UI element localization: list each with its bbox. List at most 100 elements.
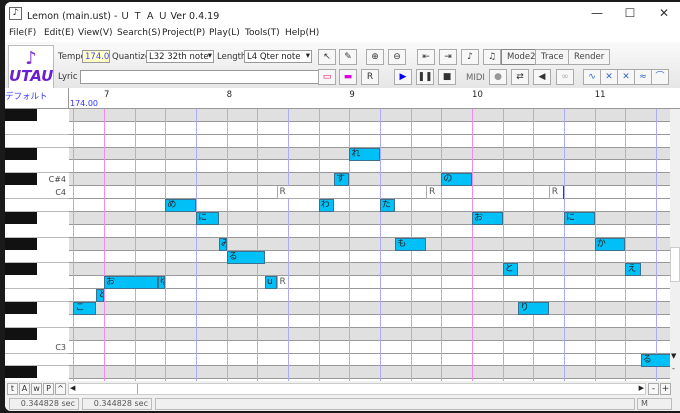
pitch-row[interactable] bbox=[69, 251, 670, 264]
note[interactable]: り bbox=[518, 302, 549, 316]
pitch-row[interactable] bbox=[69, 122, 670, 135]
tab-w-button[interactable]: w bbox=[31, 383, 42, 395]
play-icon[interactable]: ▶ bbox=[394, 69, 412, 85]
piano-key[interactable] bbox=[5, 211, 69, 225]
note[interactable]: る bbox=[640, 353, 670, 367]
piano-key[interactable] bbox=[5, 263, 69, 276]
pitch-row[interactable] bbox=[69, 186, 670, 200]
pitch-row[interactable] bbox=[69, 237, 670, 251]
menu-edit[interactable]: Edit(E) bbox=[44, 28, 74, 38]
black-key[interactable] bbox=[5, 327, 37, 340]
pitch-row[interactable] bbox=[69, 173, 670, 187]
tab-p-button[interactable]: P bbox=[43, 383, 54, 395]
scroll-right-icon[interactable]: ▶ bbox=[639, 384, 644, 392]
p2p3-icon[interactable]: ✕ bbox=[600, 69, 618, 85]
menu-help[interactable]: Help(H) bbox=[285, 28, 319, 38]
pitch-row[interactable] bbox=[69, 199, 670, 212]
vertical-scroll-thumb[interactable] bbox=[670, 247, 680, 282]
note[interactable]: ゆ bbox=[157, 276, 166, 290]
go-start-icon[interactable]: ⇤ bbox=[417, 49, 435, 65]
piano-keyboard[interactable]: C#4 C4 C3 bbox=[5, 109, 69, 381]
pitch-row[interactable] bbox=[69, 109, 670, 122]
piano-key[interactable] bbox=[5, 366, 69, 379]
menu-play[interactable]: Play(L) bbox=[209, 28, 240, 38]
measure-ruler[interactable]: デフォルト 174.00 7 8 9 10 11 bbox=[5, 88, 680, 109]
vertical-scrollbar[interactable]: ▼ - bbox=[670, 109, 680, 381]
note-merge-icon[interactable]: ♫ bbox=[483, 49, 501, 65]
piano-key[interactable] bbox=[5, 109, 69, 122]
trace-button[interactable]: Trace bbox=[535, 49, 570, 65]
horizontal-scroll-thumb[interactable] bbox=[76, 384, 138, 394]
note[interactable]: お bbox=[104, 276, 158, 290]
minimize-button[interactable]: — bbox=[585, 6, 609, 22]
note[interactable]: え bbox=[625, 263, 641, 277]
tab-a-button[interactable]: A bbox=[19, 383, 30, 395]
vibrato-icon[interactable]: ≈ bbox=[634, 69, 652, 85]
piano-key[interactable] bbox=[5, 251, 69, 264]
note-split-icon[interactable]: ♪ bbox=[461, 49, 479, 65]
horizontal-scrollbar[interactable]: ◀ ▶ bbox=[68, 383, 646, 395]
pointer-tool-icon[interactable]: ↖ bbox=[318, 49, 336, 65]
note[interactable]: わ bbox=[318, 199, 335, 213]
piano-key[interactable] bbox=[5, 276, 69, 290]
pause-icon[interactable]: ❚❚ bbox=[416, 69, 434, 85]
pitch-row[interactable] bbox=[69, 366, 670, 380]
piano-key[interactable] bbox=[5, 315, 69, 328]
piano-key[interactable] bbox=[5, 289, 69, 303]
black-key[interactable] bbox=[5, 263, 37, 276]
rest-note[interactable]: R bbox=[548, 186, 565, 200]
rest-note[interactable]: R bbox=[426, 186, 442, 200]
insert-note-icon[interactable]: ▭ bbox=[318, 69, 336, 85]
insert-rest-icon[interactable]: R bbox=[361, 69, 379, 85]
tab-caret-button[interactable]: ^ bbox=[55, 383, 66, 395]
menu-project[interactable]: Project(P) bbox=[162, 28, 205, 38]
note[interactable]: の bbox=[441, 173, 473, 187]
hzoom-minus-button[interactable]: - bbox=[648, 383, 659, 395]
portamento-icon[interactable]: ∿ bbox=[583, 69, 601, 85]
maximize-button[interactable]: ☐ bbox=[618, 6, 642, 22]
note[interactable]: と bbox=[502, 263, 519, 277]
pitch-row[interactable] bbox=[69, 302, 670, 315]
piano-key[interactable] bbox=[5, 122, 69, 135]
close-button[interactable]: ✕ bbox=[652, 6, 676, 22]
menu-tools[interactable]: Tools(T) bbox=[245, 28, 280, 38]
note[interactable]: u bbox=[265, 276, 277, 290]
note[interactable]: お bbox=[472, 211, 503, 225]
midi-sync-icon[interactable]: ⇄ bbox=[511, 69, 529, 85]
menu-file[interactable]: File(F) bbox=[9, 28, 36, 38]
note[interactable]: み bbox=[219, 237, 227, 251]
vzoom-minus-button[interactable]: - bbox=[672, 364, 675, 373]
speaker-icon[interactable]: ◀ bbox=[533, 69, 551, 85]
pitch-row[interactable] bbox=[69, 327, 670, 341]
pitch-row[interactable] bbox=[69, 160, 670, 174]
note[interactable]: も bbox=[395, 237, 427, 251]
insert-pink-note-icon[interactable]: ▬ bbox=[339, 69, 357, 85]
menu-view[interactable]: View(V) bbox=[78, 28, 113, 38]
scroll-left-icon[interactable]: ◀ bbox=[70, 384, 75, 392]
pitch-row[interactable] bbox=[69, 315, 670, 328]
black-key[interactable] bbox=[5, 366, 37, 379]
envelope-reset-icon[interactable]: ⌒ bbox=[651, 69, 669, 85]
rest-note[interactable]: R bbox=[276, 276, 286, 290]
piano-key[interactable] bbox=[5, 327, 69, 341]
menu-search[interactable]: Search(S) bbox=[117, 28, 161, 38]
zoom-in-icon[interactable]: ⊕ bbox=[366, 49, 384, 65]
note[interactable]: め bbox=[165, 199, 196, 213]
track-name[interactable]: デフォルト bbox=[5, 90, 48, 102]
piano-key[interactable] bbox=[5, 354, 69, 367]
black-key[interactable] bbox=[5, 237, 37, 250]
note[interactable]: と bbox=[96, 289, 104, 303]
note[interactable]: か bbox=[594, 237, 626, 251]
piano-key[interactable] bbox=[5, 225, 69, 238]
note[interactable]: す bbox=[334, 173, 350, 187]
piano-roll-grid[interactable]: ことおゆめにみるuRRわすれたもRのおとりRにかえる bbox=[69, 109, 670, 381]
go-end-icon[interactable]: ⇥ bbox=[439, 49, 457, 65]
pitch-row[interactable] bbox=[69, 135, 670, 148]
note[interactable]: れ bbox=[349, 147, 381, 161]
note[interactable]: た bbox=[380, 199, 396, 213]
zoom-out-icon[interactable]: ⊖ bbox=[388, 49, 406, 65]
pitch-row[interactable] bbox=[69, 225, 670, 238]
piano-key[interactable] bbox=[5, 160, 69, 174]
piano-key[interactable] bbox=[5, 237, 69, 251]
scroll-down-icon[interactable]: ▼ bbox=[671, 352, 676, 360]
